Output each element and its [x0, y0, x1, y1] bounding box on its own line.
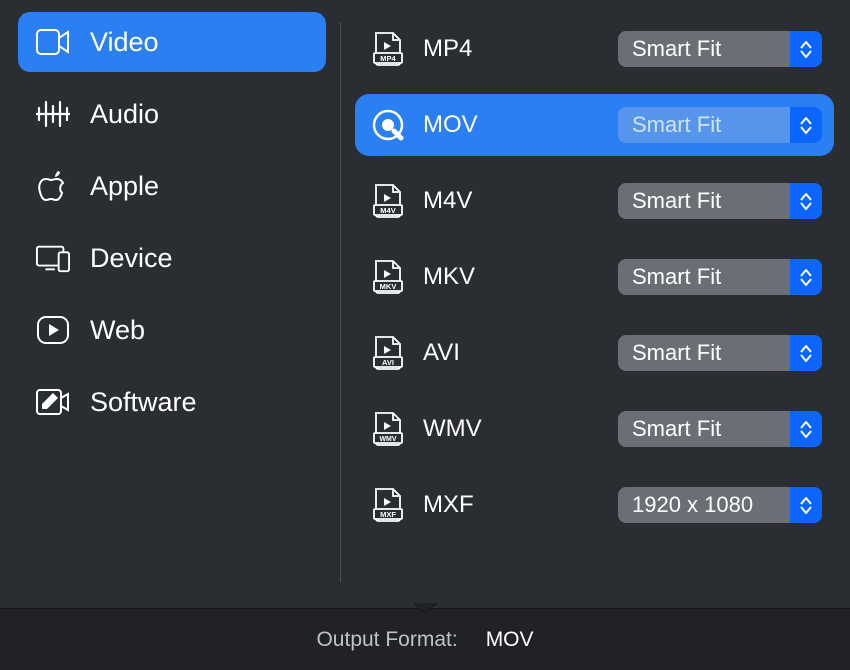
audio-waveform-icon — [36, 97, 70, 131]
svg-text:WMV: WMV — [379, 436, 396, 443]
format-item-mp4[interactable]: MP4 MP4 Smart Fit — [355, 18, 834, 80]
size-value: 1920 x 1080 — [618, 492, 790, 518]
sidebar-item-software[interactable]: Software — [18, 372, 326, 432]
format-label: MKV — [423, 263, 600, 291]
size-value: Smart Fit — [618, 112, 790, 138]
svg-text:M4V: M4V — [380, 206, 395, 215]
updown-chevron-icon — [790, 411, 822, 447]
format-item-wmv[interactable]: WMV WMV Smart Fit — [355, 398, 834, 460]
play-rounded-icon — [36, 313, 70, 347]
sidebar-item-label: Audio — [90, 99, 159, 130]
file-wmv-icon: WMV — [371, 412, 405, 446]
file-mkv-icon: MKV — [371, 260, 405, 294]
size-select-mkv[interactable]: Smart Fit — [618, 259, 822, 295]
sidebar-item-label: Video — [90, 27, 159, 58]
output-format-label: Output Format: — [316, 628, 457, 652]
format-item-avi[interactable]: AVI AVI Smart Fit — [355, 322, 834, 384]
updown-chevron-icon — [790, 31, 822, 67]
file-mp4-icon: MP4 — [371, 32, 405, 66]
sidebar-item-label: Web — [90, 315, 145, 346]
updown-chevron-icon — [790, 487, 822, 523]
svg-text:MP4: MP4 — [380, 54, 396, 63]
output-format-value: MOV — [486, 628, 534, 652]
devices-icon — [36, 241, 70, 275]
video-camera-icon — [36, 25, 70, 59]
size-value: Smart Fit — [618, 36, 790, 62]
updown-chevron-icon — [790, 107, 822, 143]
quicktime-icon — [371, 108, 405, 142]
sidebar-item-label: Software — [90, 387, 197, 418]
format-label: AVI — [423, 339, 600, 367]
sidebar-item-web[interactable]: Web — [18, 300, 326, 360]
footer-bar: Output Format: MOV — [0, 608, 850, 670]
sidebar-item-apple[interactable]: Apple — [18, 156, 326, 216]
size-value: Smart Fit — [618, 188, 790, 214]
format-label: MXF — [423, 491, 600, 519]
updown-chevron-icon — [790, 183, 822, 219]
format-label: MOV — [423, 111, 600, 139]
size-select-mov[interactable]: Smart Fit — [618, 107, 822, 143]
sidebar-item-device[interactable]: Device — [18, 228, 326, 288]
format-list: MP4 MP4 Smart Fit — [341, 12, 840, 604]
format-item-m4v[interactable]: M4V M4V Smart Fit — [355, 170, 834, 232]
footer-notch-icon — [413, 600, 437, 618]
format-label: MP4 — [423, 35, 600, 63]
sidebar-item-audio[interactable]: Audio — [18, 84, 326, 144]
svg-text:MKV: MKV — [380, 282, 397, 291]
size-select-mxf[interactable]: 1920 x 1080 — [618, 487, 822, 523]
updown-chevron-icon — [790, 335, 822, 371]
svg-text:AVI: AVI — [382, 358, 394, 367]
format-item-mov[interactable]: MOV Smart Fit — [355, 94, 834, 156]
file-mxf-icon: MXF — [371, 488, 405, 522]
sidebar-item-label: Device — [90, 243, 173, 274]
format-item-mxf[interactable]: MXF MXF 1920 x 1080 — [355, 474, 834, 536]
format-label: WMV — [423, 415, 600, 443]
size-select-avi[interactable]: Smart Fit — [618, 335, 822, 371]
size-select-wmv[interactable]: Smart Fit — [618, 411, 822, 447]
updown-chevron-icon — [790, 259, 822, 295]
format-label: M4V — [423, 187, 600, 215]
size-value: Smart Fit — [618, 340, 790, 366]
size-value: Smart Fit — [618, 264, 790, 290]
size-select-m4v[interactable]: Smart Fit — [618, 183, 822, 219]
size-value: Smart Fit — [618, 416, 790, 442]
sidebar-item-video[interactable]: Video — [18, 12, 326, 72]
category-sidebar: Video Audio — [10, 12, 340, 604]
format-item-mkv[interactable]: MKV MKV Smart Fit — [355, 246, 834, 308]
size-select-mp4[interactable]: Smart Fit — [618, 31, 822, 67]
svg-text:MXF: MXF — [380, 510, 396, 519]
file-m4v-icon: M4V — [371, 184, 405, 218]
edit-video-icon — [36, 385, 70, 419]
sidebar-item-label: Apple — [90, 171, 159, 202]
file-avi-icon: AVI — [371, 336, 405, 370]
apple-logo-icon — [36, 169, 70, 203]
